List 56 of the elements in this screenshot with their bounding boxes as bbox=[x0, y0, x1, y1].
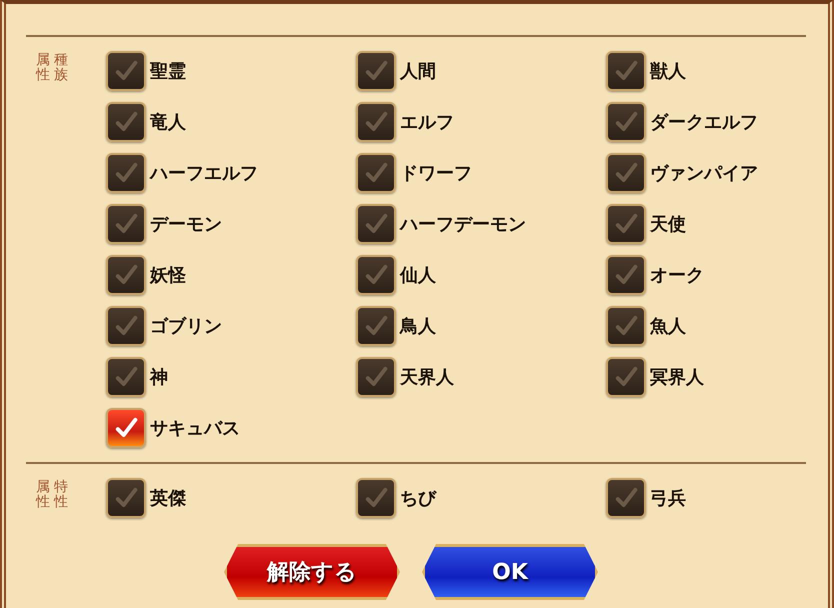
option-label[interactable]: ドワーフ bbox=[400, 161, 472, 185]
checkbox[interactable] bbox=[356, 153, 396, 193]
option-label[interactable]: 聖霊 bbox=[150, 59, 186, 83]
option-label[interactable]: サキュバス bbox=[150, 416, 240, 440]
checkbox[interactable] bbox=[606, 306, 646, 346]
checkbox[interactable] bbox=[606, 255, 646, 295]
checkbox[interactable] bbox=[356, 255, 396, 295]
checkbox[interactable] bbox=[356, 357, 396, 397]
checkbox[interactable] bbox=[356, 306, 396, 346]
option-label[interactable]: 英傑 bbox=[150, 486, 186, 510]
option-label[interactable]: ハーフエルフ bbox=[150, 161, 258, 185]
option-label[interactable]: ちび bbox=[400, 486, 436, 510]
checkbox[interactable] bbox=[606, 204, 646, 244]
checkbox[interactable] bbox=[606, 51, 646, 91]
option-label[interactable]: ゴブリン bbox=[150, 314, 222, 338]
option-label[interactable]: 天界人 bbox=[400, 365, 454, 389]
checkbox[interactable] bbox=[356, 51, 396, 91]
section-label: 特性 bbox=[54, 480, 68, 512]
checkbox[interactable] bbox=[356, 478, 396, 518]
option-label[interactable]: ハーフデーモン bbox=[400, 212, 526, 236]
checkbox[interactable] bbox=[106, 51, 146, 91]
checkbox[interactable] bbox=[106, 255, 146, 295]
option-label[interactable]: 鳥人 bbox=[400, 314, 436, 338]
option-label[interactable]: デーモン bbox=[150, 212, 222, 236]
option-label[interactable]: ダークエルフ bbox=[650, 110, 758, 134]
checkbox[interactable] bbox=[356, 102, 396, 142]
option-label[interactable]: 魚人 bbox=[650, 314, 686, 338]
clear-button[interactable]: 解除する bbox=[224, 544, 400, 600]
checkbox[interactable] bbox=[106, 306, 146, 346]
option-label[interactable]: 獣人 bbox=[650, 59, 686, 83]
checkbox[interactable] bbox=[106, 102, 146, 142]
option-label[interactable]: 冥界人 bbox=[650, 365, 704, 389]
option-label[interactable]: エルフ bbox=[400, 110, 454, 134]
option-label[interactable]: 仙人 bbox=[400, 263, 436, 287]
checkbox[interactable] bbox=[606, 478, 646, 518]
checkbox[interactable] bbox=[106, 408, 146, 448]
section-label: 属性 bbox=[36, 480, 50, 512]
option-label[interactable]: 弓兵 bbox=[650, 486, 686, 510]
checkbox[interactable] bbox=[606, 102, 646, 142]
checkbox[interactable] bbox=[606, 153, 646, 193]
checkbox[interactable] bbox=[106, 153, 146, 193]
checkbox[interactable] bbox=[106, 204, 146, 244]
option-label[interactable]: ヴァンパイア bbox=[650, 161, 758, 185]
section-label: 種族 bbox=[54, 53, 68, 85]
option-label[interactable]: 天使 bbox=[650, 212, 686, 236]
checkbox[interactable] bbox=[356, 204, 396, 244]
option-label[interactable]: オーク bbox=[650, 263, 704, 287]
section-label: 属性 bbox=[36, 53, 50, 85]
option-label[interactable]: 人間 bbox=[400, 59, 436, 83]
option-label[interactable]: 竜人 bbox=[150, 110, 186, 134]
option-label[interactable]: 妖怪 bbox=[150, 263, 186, 287]
ok-button[interactable]: OK bbox=[422, 544, 598, 600]
checkbox[interactable] bbox=[106, 478, 146, 518]
option-label[interactable]: 神 bbox=[150, 365, 168, 389]
checkbox[interactable] bbox=[106, 357, 146, 397]
checkbox[interactable] bbox=[606, 357, 646, 397]
